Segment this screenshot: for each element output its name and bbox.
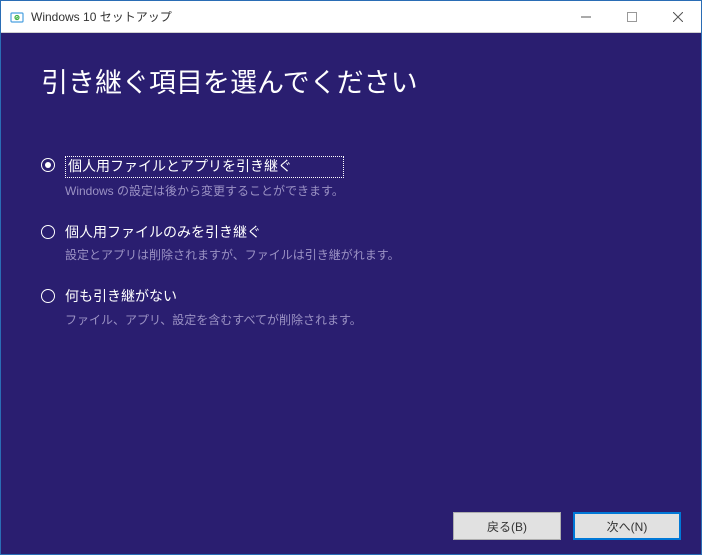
option-text: 何も引き継がない ファイル、アプリ、設定を含むすべてが削除されます。 xyxy=(65,287,362,328)
option-label: 個人用ファイルのみを引き継ぐ xyxy=(65,223,400,243)
option-text: 個人用ファイルのみを引き継ぐ 設定とアプリは削除されますが、ファイルは引き継がれ… xyxy=(65,223,400,264)
option-desc: Windows の設定は後から変更することができます。 xyxy=(65,182,344,199)
option-label: 個人用ファイルとアプリを引き継ぐ xyxy=(65,156,344,178)
radio-icon xyxy=(41,225,55,239)
option-text: 個人用ファイルとアプリを引き継ぐ Windows の設定は後から変更することがで… xyxy=(65,156,344,199)
footer: 戻る(B) 次へ(N) xyxy=(1,498,701,554)
window-controls xyxy=(563,1,701,32)
page-title: 引き継ぐ項目を選んでください xyxy=(41,61,661,100)
option-desc: ファイル、アプリ、設定を含むすべてが削除されます。 xyxy=(65,311,362,328)
option-desc: 設定とアプリは削除されますが、ファイルは引き継がれます。 xyxy=(65,246,400,263)
option-keep-files-and-apps[interactable]: 個人用ファイルとアプリを引き継ぐ Windows の設定は後から変更することがで… xyxy=(41,156,661,199)
option-keep-nothing[interactable]: 何も引き継がない ファイル、アプリ、設定を含むすべてが削除されます。 xyxy=(41,287,661,328)
setup-window: Windows 10 セットアップ 引き継ぐ項目を選んでください 個人用ファイル… xyxy=(0,0,702,555)
option-label: 何も引き継がない xyxy=(65,287,362,307)
next-button[interactable]: 次へ(N) xyxy=(573,512,681,540)
titlebar: Windows 10 セットアップ xyxy=(1,1,701,33)
content-area: 引き継ぐ項目を選んでください 個人用ファイルとアプリを引き継ぐ Windows … xyxy=(1,33,701,498)
back-button[interactable]: 戻る(B) xyxy=(453,512,561,540)
maximize-button[interactable] xyxy=(609,1,655,32)
app-icon xyxy=(9,9,25,25)
option-keep-files-only[interactable]: 個人用ファイルのみを引き継ぐ 設定とアプリは削除されますが、ファイルは引き継がれ… xyxy=(41,223,661,264)
radio-icon xyxy=(41,289,55,303)
minimize-button[interactable] xyxy=(563,1,609,32)
radio-icon xyxy=(41,158,55,172)
close-button[interactable] xyxy=(655,1,701,32)
options-group: 個人用ファイルとアプリを引き継ぐ Windows の設定は後から変更することがで… xyxy=(41,156,661,328)
window-title: Windows 10 セットアップ xyxy=(31,8,563,25)
